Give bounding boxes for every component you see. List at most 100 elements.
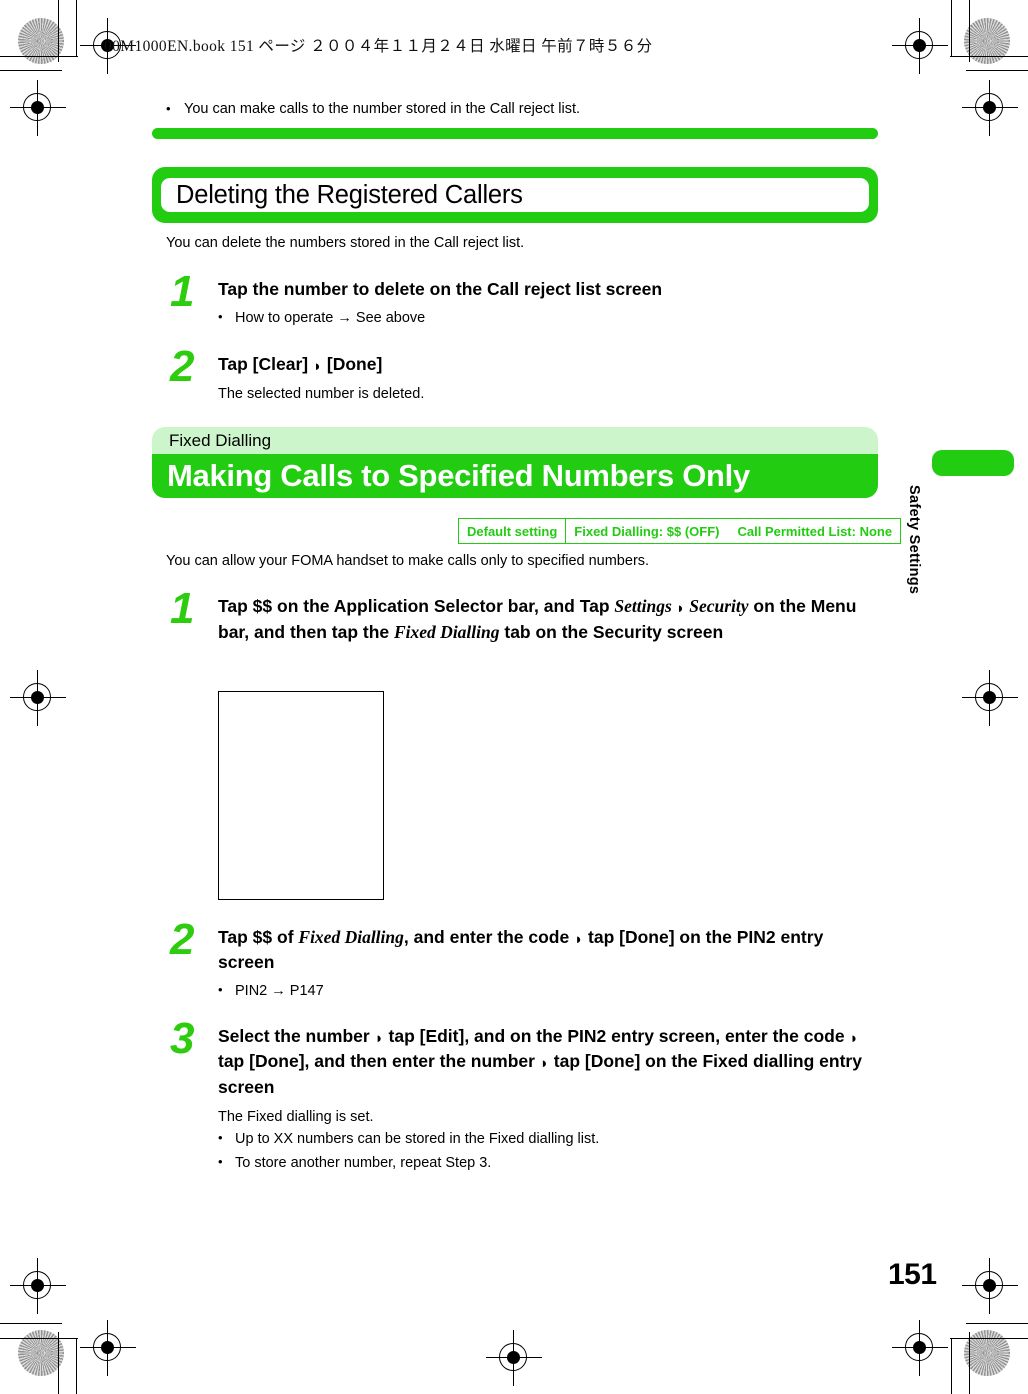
ui-name-fixed-dialling: Fixed Dialling [298,927,404,947]
step-title: Tap the number to delete on the Call rej… [218,279,663,300]
step-title-post: [Done] [322,354,383,375]
crop-line-top-left-v [58,0,60,62]
step-subnote-2: • To store another number, repeat Step 3… [218,1153,878,1174]
registration-target-bottom-right-upper [962,1258,1018,1314]
step-1-fixed: 1 Tap $$ on the Application Selector bar… [166,587,878,644]
step-subnote-1: • Up to XX numbers can be stored in the … [218,1129,878,1150]
step-2-fixed: 2 Tap $$ of Fixed Dialling, and enter th… [166,918,878,1002]
crop-line-bottom-left-h [0,1323,62,1325]
fixed-dialling-steps-continued: 2 Tap $$ of Fixed Dialling, and enter th… [166,918,878,1174]
crop-line-bottom-right-v [969,1332,971,1394]
step-title-part-2: tap [Edit], and on the PIN2 entry screen… [383,1026,850,1047]
step-description: The Fixed dialling is set. [218,1108,374,1125]
page-number: 151 [888,1258,937,1291]
delete-section-body: You can delete the numbers stored in the… [166,233,878,405]
green-divider-rule [152,128,878,139]
section-heading-text: Deleting the Registered Callers [176,180,523,209]
step-title: Tap $$ of Fixed Dialling, and enter the … [218,925,878,975]
step-description: The selected number is deleted. [218,386,425,403]
crop-line-bottom-right-h2 [950,1338,1028,1340]
right-arrow-icon: ◗ [312,358,323,376]
step-3-fixed: 3 Select the number ◗ tap [Edit], and on… [166,1017,878,1174]
crop-line-bottom-right-h [966,1323,1028,1325]
step-number: 3 [170,1014,195,1064]
registration-target-left-middle [10,670,66,726]
fixed-dialling-body: You can allow your FOMA handset to make … [166,551,878,644]
manual-page: 00M1000EN.book 151 ページ ２００４年１１月２４日 水曜日 午… [0,0,1028,1394]
step-title: Tap [Clear] ◗ [Done] [218,352,878,377]
bullet-icon: • [218,309,223,325]
chapter-tab-label-text: Safety Settings [906,485,922,595]
step-title-part-1: Tap $$ on the Application Selector bar, … [218,596,615,617]
right-arrow-icon: ◗ [374,1030,384,1048]
default-setting-value-1: Fixed Dialling: $$ (OFF) [574,523,720,539]
registration-target-bottom-center [486,1330,542,1386]
right-arrow-icon: ◗ [574,931,584,948]
step-subnote-text: How to operate → See above [235,310,426,327]
right-arrow-icon: ◗ [671,600,690,618]
bullet-icon: • [218,982,223,998]
registration-target-top-left-lower [10,80,66,136]
step-title-part-2: , and enter the code [403,927,575,947]
crop-line-top-left-h2 [0,56,78,58]
fixed-intro-paragraph: You can allow your FOMA handset to make … [166,553,650,569]
screenshot-placeholder [218,691,384,900]
registration-target-top-right [892,18,948,74]
bullet-icon: • [218,1129,223,1145]
step-title-part-1: Select the number [218,1026,375,1047]
starburst-registration-mark-bottom-right [964,1330,1010,1376]
registration-target-top-right-lower [962,80,1018,136]
bullet-icon: • [166,101,171,116]
crop-line-bottom-left-v [58,1332,60,1394]
default-setting-values: Fixed Dialling: $$ (OFF) Call Permitted … [565,519,900,543]
registration-target-right-middle [962,670,1018,726]
content-column: • You can make calls to the number store… [166,100,878,120]
right-arrow-icon: ◗ [849,1030,859,1048]
step-title-part-3: tab on the Security screen [499,621,724,642]
top-note-text: You can make calls to the number stored … [184,101,580,117]
top-note: • You can make calls to the number store… [166,100,878,120]
section-heading-delete-callers: Deleting the Registered Callers [152,167,878,223]
chapter-tab-marker [932,450,1014,476]
registration-target-bottom-left-upper [10,1258,66,1314]
chapter-tab-label: Safety Settings [901,485,927,665]
delete-intro-paragraph: You can delete the numbers stored in the… [166,235,525,251]
crop-line-bottom-left-h2 [0,1338,78,1340]
ui-name-settings: Settings [614,596,672,617]
crop-line-bottom-right-v2 [951,1338,953,1394]
crop-line-top-left-v2 [76,0,78,56]
bullet-icon: • [218,1153,223,1169]
step-title: Tap $$ on the Application Selector bar, … [218,594,878,644]
step-number: 1 [170,584,195,634]
crop-line-top-right-h [966,70,1028,72]
banner-label-text: Fixed Dialling [169,430,272,450]
section-heading-inner: Deleting the Registered Callers [161,178,869,212]
ui-name-security: Security [689,596,749,617]
crop-line-bottom-left-v2 [76,1338,78,1394]
crop-line-top-right-v [969,0,971,62]
step-subnote-text: PIN2 → P147 [235,983,324,1000]
default-setting-value-2: Call Permitted List: None [737,523,893,539]
default-setting-table: Default setting Fixed Dialling: $$ (OFF)… [458,518,902,544]
registration-target-bottom-left [80,1320,136,1376]
ui-name-fixed-dialling: Fixed Dialling [394,621,500,642]
step-title-pre: Tap [Clear] [218,354,313,375]
step-title: Select the number ◗ tap [Edit], and on t… [218,1024,878,1099]
step-2-delete: 2 Tap [Clear] ◗ [Done] The selected numb… [166,345,878,405]
banner-label: Fixed Dialling [152,427,878,454]
step-title-part-1: Tap $$ of [218,927,299,947]
crop-line-top-right-h2 [950,56,1028,58]
step-subnote-text-2: To store another number, repeat Step 3. [235,1154,492,1171]
step-subnote-text-1: Up to XX numbers can be stored in the Fi… [235,1130,600,1147]
step-subnote: • PIN2 → P147 [218,981,878,1002]
step-number: 2 [170,342,195,392]
step-1-delete: 1 Tap the number to delete on the Call r… [166,270,878,329]
banner-title-text: Making Calls to Specified Numbers Only [167,458,750,493]
right-arrow-icon: ◗ [539,1055,549,1073]
section-banner-fixed-dialling: Fixed Dialling Making Calls to Specified… [152,427,878,498]
step-subnote: • How to operate → See above [218,308,878,329]
book-file-header: 00M1000EN.book 151 ページ ２００４年１１月２４日 水曜日 午… [104,38,653,55]
default-setting-header: Default setting [467,523,558,539]
crop-line-top-left-h [0,70,62,72]
crop-line-top-right-v2 [951,0,953,56]
